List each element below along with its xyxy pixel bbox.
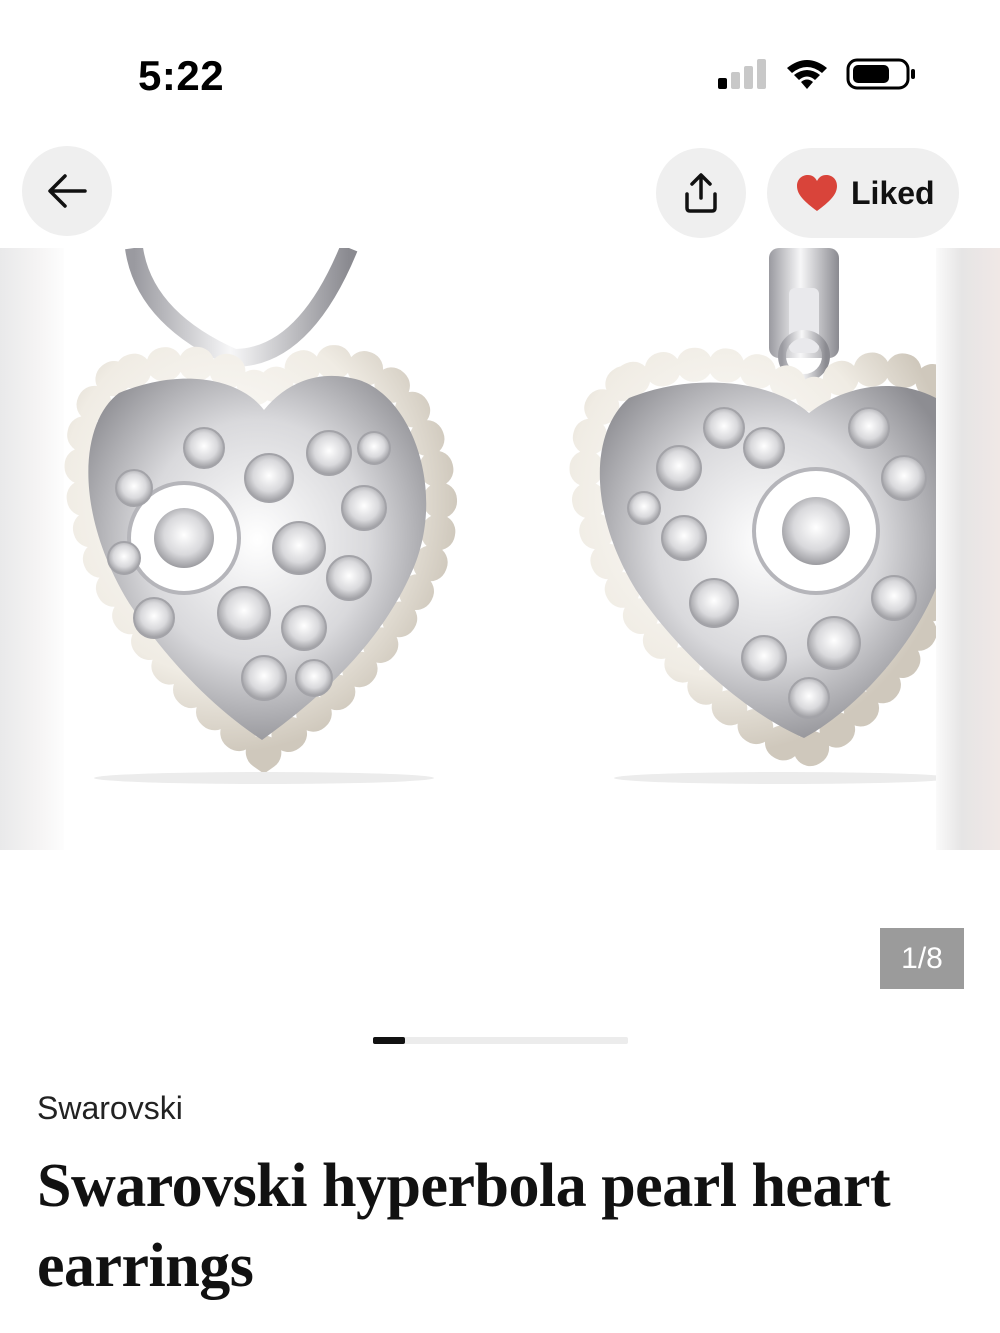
share-button[interactable] <box>656 148 746 238</box>
liked-label: Liked <box>851 174 935 211</box>
earrings-photo <box>64 248 936 784</box>
cellular-signal-icon <box>718 59 766 89</box>
previous-image-peek[interactable] <box>0 248 64 850</box>
arrow-left-icon <box>48 174 87 208</box>
product-image[interactable] <box>64 248 936 850</box>
wifi-icon <box>787 60 827 89</box>
status-bar: 5:22 <box>0 0 1000 130</box>
product-title: Swarovski hyperbola pearl heart earrings <box>37 1152 891 1300</box>
status-time: 5:22 <box>138 52 225 99</box>
heart-filled-icon <box>797 175 837 211</box>
next-image-peek[interactable] <box>936 248 1000 850</box>
image-counter-badge: 1/8 <box>880 928 964 989</box>
carousel-progress-track <box>373 1037 628 1044</box>
image-carousel[interactable] <box>0 248 1000 850</box>
share-upload-icon <box>685 173 717 213</box>
liked-button[interactable]: Liked <box>767 148 959 238</box>
carousel-progress-fill <box>373 1037 405 1044</box>
product-brand[interactable]: Swarovski <box>37 1090 183 1127</box>
back-button[interactable] <box>22 146 112 236</box>
battery-icon <box>846 58 915 90</box>
